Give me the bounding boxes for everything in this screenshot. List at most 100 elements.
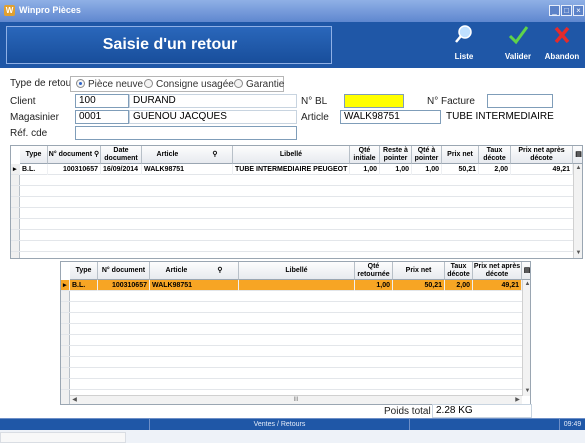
table-row[interactable] <box>61 357 522 368</box>
header-band: Saisie d'un retour Liste Valider Abandon <box>0 22 585 68</box>
table-row[interactable]: ▸ B.L. 100310657 WALK98751 1,00 50,21 2,00 49,2… <box>61 280 522 291</box>
poids-total-label: Poids total <box>384 406 431 417</box>
client-name-field: DURAND <box>129 94 297 108</box>
col-header-prix-apres[interactable]: Prix net après décote <box>473 262 522 280</box>
table-row[interactable]: ▸ B.L. 100310657 16/09/2014 WALK98751 TUBE IN… <box>11 164 573 175</box>
taskbar-strip <box>0 430 585 443</box>
col-header-type[interactable]: Type <box>70 262 98 280</box>
radio-piece-neuve-label: Pièce neuve <box>88 79 144 90</box>
table-row[interactable] <box>61 302 522 313</box>
table-row[interactable] <box>61 324 522 335</box>
col-header-date[interactable]: Date document <box>101 146 142 164</box>
table-row[interactable] <box>61 379 522 390</box>
scroll-down-icon[interactable]: ▼ <box>523 387 530 396</box>
radio-dot <box>144 79 153 88</box>
col-header-type[interactable]: Type <box>20 146 48 164</box>
scroll-up-icon[interactable]: ▲ <box>574 164 582 173</box>
liste-label: Liste <box>454 52 474 61</box>
scroll-up-icon[interactable]: ▲ <box>523 280 530 289</box>
col-header-prix-net[interactable]: Prix net <box>393 262 445 280</box>
col-header-libelle[interactable]: Libellé <box>239 262 355 280</box>
table-row[interactable] <box>61 346 522 357</box>
col-header-article-text: Article <box>156 150 179 158</box>
valider-button[interactable]: Valider <box>496 24 540 66</box>
client-label: Client <box>10 96 36 107</box>
bottom-table-vscroll[interactable]: ▲ ▼ <box>522 280 530 396</box>
table-cell: 1,00 <box>380 164 412 175</box>
col-header-article[interactable]: Article ⚲ <box>142 146 233 164</box>
close-button[interactable]: × <box>573 5 584 16</box>
table-cell: 50,21 <box>442 164 479 175</box>
column-settings-icon[interactable]: ▤ <box>573 146 582 164</box>
col-header-qte-pointer[interactable]: Qté à pointer <box>412 146 442 164</box>
table-cell: WALK98751 <box>142 164 233 175</box>
table-row[interactable] <box>11 175 573 186</box>
col-header-article-text: Article <box>165 266 188 274</box>
article-field[interactable]: WALK98751 <box>340 110 441 124</box>
page-title: Saisie d'un retour <box>102 36 238 53</box>
table-row[interactable] <box>11 230 573 241</box>
taskbar-tab[interactable] <box>0 432 126 443</box>
col-header-article[interactable]: Article ⚲ <box>150 262 239 280</box>
table-row[interactable] <box>11 219 573 230</box>
article-label: Article <box>301 112 329 123</box>
scroll-down-icon[interactable]: ▼ <box>574 249 582 258</box>
table-cell: TUBE INTERMEDIAIRE PEUGEOT 106 ( <box>233 164 350 175</box>
col-header-libelle[interactable]: Libellé <box>233 146 350 164</box>
col-header-ndocument[interactable]: N° document <box>98 262 150 280</box>
table-row[interactable] <box>61 368 522 379</box>
search-icon: ⚲ <box>212 150 218 158</box>
row-pointer-icon: ▸ <box>61 280 70 291</box>
nbl-field[interactable] <box>344 94 404 108</box>
col-header-ndocument[interactable]: N° document ⚲ <box>48 146 101 164</box>
nfacture-field[interactable] <box>487 94 553 108</box>
table-row[interactable] <box>11 186 573 197</box>
top-document-table: Type N° document ⚲ Date document Article ⚲… <box>10 145 583 259</box>
table-cell <box>239 280 355 291</box>
window-title: Winpro Pièces <box>19 5 81 15</box>
col-header-taux[interactable]: Taux décote <box>445 262 473 280</box>
minimize-button[interactable]: _ <box>549 5 560 16</box>
client-code-field[interactable]: 100 <box>75 94 129 108</box>
radio-garantie-label: Garantie <box>246 79 285 90</box>
article-description: TUBE INTERMEDIAIRE <box>446 111 554 122</box>
table-row[interactable] <box>61 313 522 324</box>
table-row[interactable] <box>11 208 573 219</box>
col-header-qte-retournee[interactable]: Qté retournée <box>355 262 393 280</box>
col-header-prix-apres[interactable]: Prix net après décote <box>511 146 573 164</box>
table-cell: 49,21 <box>511 164 573 175</box>
abandon-button[interactable]: Abandon <box>540 24 584 66</box>
sort-icon: ⚲ <box>94 150 100 158</box>
nfacture-label: N° Facture <box>427 96 475 107</box>
table-cell: 49,21 <box>473 280 522 291</box>
table-row[interactable] <box>11 241 573 252</box>
table-row[interactable] <box>61 291 522 302</box>
maximize-button[interactable]: □ <box>561 5 572 16</box>
bottom-table-hscroll[interactable]: ◀ III ▶ <box>70 395 522 404</box>
status-bar: Ventes / Retours 09:49 <box>0 418 585 431</box>
ref-cde-field[interactable] <box>75 126 297 140</box>
table-cell: 16/09/2014 <box>101 164 142 175</box>
table-row[interactable] <box>11 197 573 208</box>
col-header-taux[interactable]: Taux décote <box>479 146 511 164</box>
radio-garantie[interactable]: Garantie <box>234 79 284 90</box>
window-title-bar: W Winpro Pièces _ □ × <box>0 0 585 22</box>
magasinier-code-field[interactable]: 0001 <box>75 110 129 124</box>
table-row[interactable] <box>61 335 522 346</box>
top-table-vscroll[interactable]: ▲ ▼ <box>573 164 582 258</box>
radio-consigne-label: Consigne usagée <box>156 79 234 90</box>
column-settings-icon[interactable]: ▤ <box>522 262 530 280</box>
col-header-reste[interactable]: Reste à pointer <box>380 146 412 164</box>
col-header-prix-net[interactable]: Prix net <box>442 146 479 164</box>
col-header-ndocument-text: N° document <box>48 150 93 158</box>
nbl-label: N° BL <box>301 96 328 107</box>
table-cell: 100310657 <box>98 280 150 291</box>
radio-piece-neuve[interactable]: Pièce neuve <box>76 79 143 90</box>
checkmark-icon <box>496 24 540 52</box>
header-panel: Saisie d'un retour <box>6 26 332 64</box>
col-header-qte-initiale[interactable]: Qté initiale <box>350 146 380 164</box>
table-cell: B.L. <box>70 280 98 291</box>
radio-consigne-usagee[interactable]: Consigne usagée <box>144 79 234 90</box>
app-icon: W <box>4 5 15 16</box>
liste-button[interactable]: Liste <box>442 24 486 66</box>
